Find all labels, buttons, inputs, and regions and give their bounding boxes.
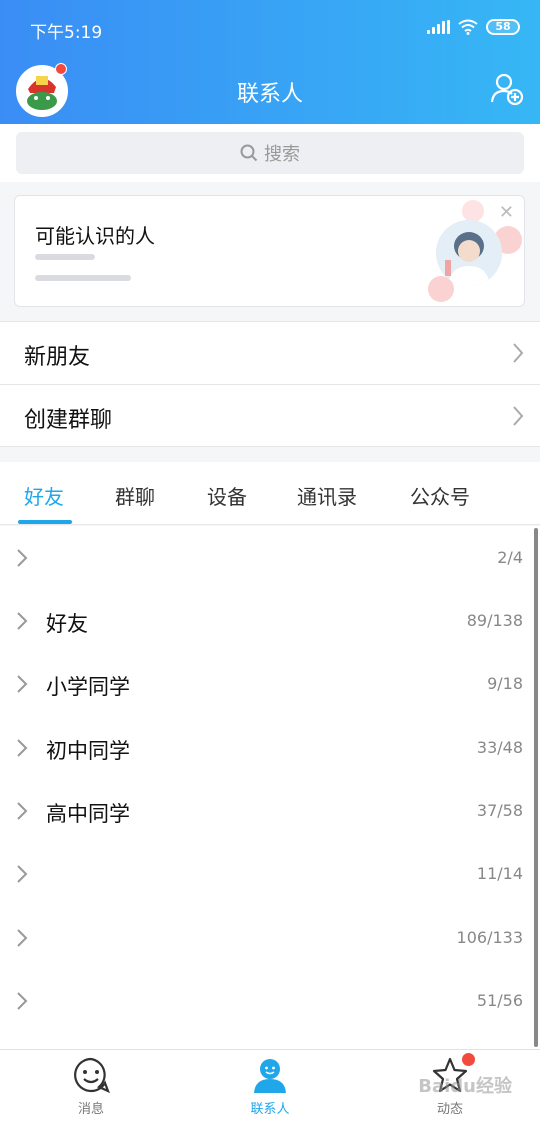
search-area: 搜索 xyxy=(0,124,540,182)
menu-label: 新朋友 xyxy=(24,345,91,370)
blurred-text xyxy=(35,254,95,260)
notification-dot xyxy=(55,63,67,75)
friend-group-list: 2/4 好友 89/138 小学同学 9/18 初中同学 33/48 高中同学 … xyxy=(0,526,540,1049)
app-header: 下午5:19 58 联系人 xyxy=(0,0,540,124)
person-photo xyxy=(436,220,502,286)
search-input[interactable]: 搜索 xyxy=(16,132,524,174)
chevron-right-icon xyxy=(17,992,28,1010)
group-count: 89/138 xyxy=(466,611,523,630)
group-row[interactable]: 初中同学 33/48 xyxy=(0,716,540,779)
signal-icon xyxy=(427,20,450,34)
scrollbar[interactable] xyxy=(534,528,538,1047)
wifi-icon xyxy=(458,19,478,35)
tab-address-book[interactable]: 通讯录 xyxy=(297,481,357,510)
chevron-right-icon xyxy=(17,612,28,630)
chevron-right-icon xyxy=(17,929,28,947)
decoration-circle xyxy=(462,200,484,222)
active-tab-indicator xyxy=(18,520,72,524)
chevron-right-icon xyxy=(17,549,28,567)
group-count: 9/18 xyxy=(487,674,523,693)
group-count: 106/133 xyxy=(456,928,523,947)
group-count: 37/58 xyxy=(476,801,523,820)
group-count: 51/56 xyxy=(476,991,523,1010)
add-contact-icon[interactable] xyxy=(490,72,524,106)
chevron-right-icon xyxy=(17,739,28,757)
suggested-person-avatar[interactable] xyxy=(436,220,502,286)
group-row[interactable]: 高中同学 37/58 xyxy=(0,779,540,842)
group-name: 好友 xyxy=(46,612,88,636)
nav-label: 联系人 xyxy=(250,1102,290,1117)
chevron-right-icon xyxy=(513,343,524,363)
tab-friends[interactable]: 好友 xyxy=(24,481,64,510)
smiley-icon xyxy=(74,1057,110,1094)
group-row[interactable]: 小学同学 9/18 xyxy=(0,652,540,715)
blurred-text xyxy=(35,275,131,281)
tab-official-accounts[interactable]: 公众号 xyxy=(410,481,470,510)
group-name: 初中同学 xyxy=(46,739,130,763)
suggestion-card[interactable]: 可能认识的人 ✕ xyxy=(14,195,525,307)
group-count: 11/14 xyxy=(476,864,523,883)
page-title: 联系人 xyxy=(236,82,303,107)
group-row[interactable]: 好友 89/138 xyxy=(0,589,540,652)
group-row[interactable]: 106/133 xyxy=(0,906,540,969)
notification-dot xyxy=(462,1053,475,1066)
nav-label: 消息 xyxy=(77,1102,104,1117)
menu-label: 创建群聊 xyxy=(24,408,113,433)
chevron-right-icon xyxy=(513,406,524,426)
contact-person-icon xyxy=(254,1059,286,1093)
tab-devices[interactable]: 设备 xyxy=(207,481,247,510)
suggestion-title: 可能认识的人 xyxy=(35,224,155,248)
status-icons: 58 xyxy=(427,19,520,35)
contact-tabs: 好友 群聊 设备 通讯录 公众号 xyxy=(0,462,540,525)
new-friends-row[interactable]: 新朋友 xyxy=(0,321,540,384)
chevron-right-icon xyxy=(17,802,28,820)
nav-contacts[interactable]: 联系人 xyxy=(225,1056,315,1117)
nav-label: 动态 xyxy=(436,1102,463,1117)
group-row[interactable]: 11/14 xyxy=(0,842,540,905)
group-count: 2/4 xyxy=(497,548,523,567)
chevron-right-icon xyxy=(17,865,28,883)
group-row[interactable]: 51/56 xyxy=(0,969,540,1032)
nav-messages[interactable]: 消息 xyxy=(46,1056,136,1117)
group-name: 小学同学 xyxy=(46,675,130,699)
search-placeholder: 搜索 xyxy=(264,144,300,165)
status-time: 下午5:19 xyxy=(30,23,103,43)
tab-groups[interactable]: 群聊 xyxy=(115,481,155,510)
group-name: 高中同学 xyxy=(46,802,130,826)
watermark: Baidu经验 xyxy=(418,1076,512,1097)
group-row[interactable]: 2/4 xyxy=(0,526,540,589)
close-icon[interactable]: ✕ xyxy=(499,202,514,223)
group-count: 33/48 xyxy=(476,738,523,757)
search-icon xyxy=(240,144,258,162)
chevron-right-icon xyxy=(17,675,28,693)
battery-indicator: 58 xyxy=(486,19,520,35)
create-group-row[interactable]: 创建群聊 xyxy=(0,384,540,447)
